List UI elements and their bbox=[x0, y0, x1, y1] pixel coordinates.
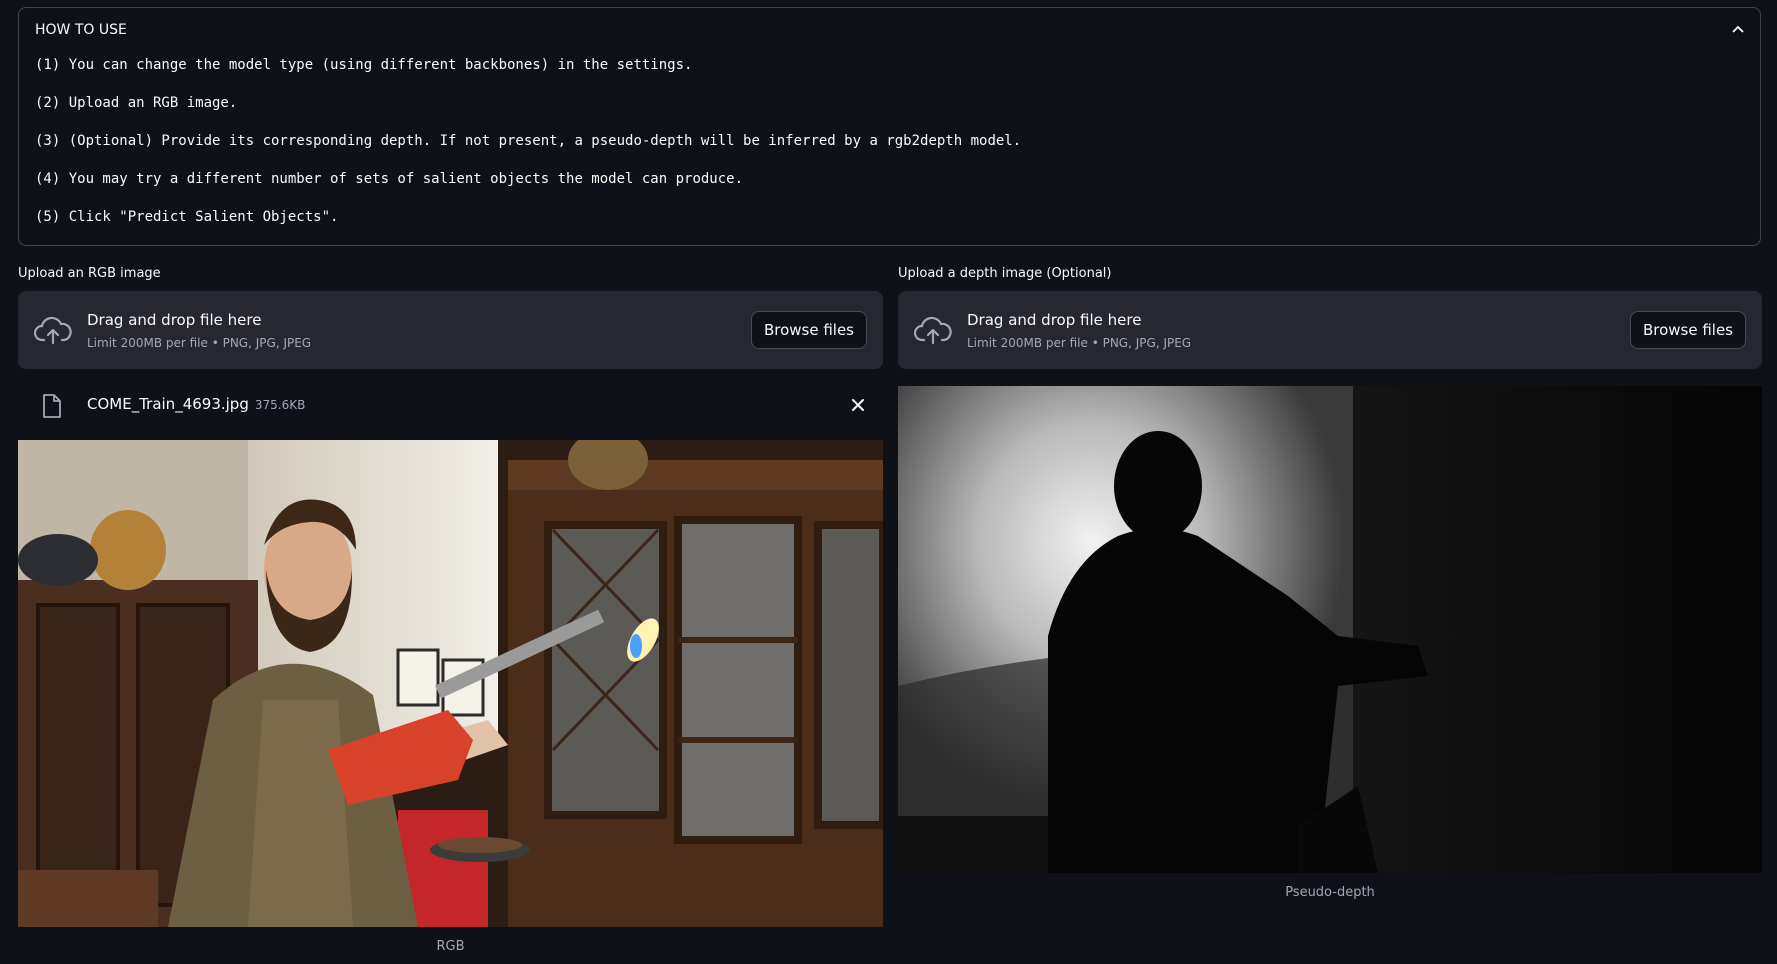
depth-upload-label: Upload a depth image (Optional) bbox=[898, 266, 1112, 281]
close-icon[interactable] bbox=[849, 396, 867, 414]
depth-map bbox=[898, 386, 1762, 873]
dropzone-instructions: Drag and drop file here bbox=[967, 311, 1142, 329]
rgb-upload-label: Upload an RGB image bbox=[18, 266, 161, 281]
file-name: COME_Train_4693.jpg 375.6KB bbox=[87, 395, 305, 413]
file-icon bbox=[43, 394, 61, 418]
depth-dropzone[interactable]: Drag and drop file here Limit 200MB per … bbox=[898, 291, 1762, 369]
rgb-dropzone[interactable]: Drag and drop file here Limit 200MB per … bbox=[18, 291, 883, 369]
how-to-use-expander[interactable]: HOW TO USE (1) You can change the model … bbox=[18, 7, 1761, 246]
instruction-step: (3) (Optional) Provide its corresponding… bbox=[35, 133, 1022, 149]
file-size: 375.6KB bbox=[254, 398, 306, 412]
pseudo-depth-image bbox=[898, 386, 1762, 873]
rgb-photo bbox=[18, 440, 883, 927]
cloud-upload-icon bbox=[34, 316, 72, 345]
instruction-step: (1) You can change the model type (using… bbox=[35, 57, 693, 73]
cloud-upload-icon bbox=[914, 316, 952, 345]
uploaded-file-row: COME_Train_4693.jpg 375.6KB bbox=[18, 385, 883, 425]
expander-title: HOW TO USE bbox=[35, 22, 127, 38]
dropzone-limits: Limit 200MB per file • PNG, JPG, JPEG bbox=[87, 336, 312, 350]
chevron-up-icon[interactable] bbox=[1730, 22, 1746, 38]
rgb-upload-column: Upload an RGB image Drag and drop file h… bbox=[18, 266, 883, 954]
rgb-image-caption: RGB bbox=[436, 939, 465, 954]
depth-image-caption: Pseudo-depth bbox=[1285, 885, 1375, 900]
rgb-image bbox=[18, 440, 883, 927]
dropzone-instructions: Drag and drop file here bbox=[87, 311, 262, 329]
browse-files-button[interactable]: Browse files bbox=[1629, 311, 1746, 349]
instruction-step: (2) Upload an RGB image. bbox=[35, 95, 238, 111]
dropzone-limits: Limit 200MB per file • PNG, JPG, JPEG bbox=[967, 336, 1192, 350]
file-name-text: COME_Train_4693.jpg bbox=[87, 395, 249, 413]
instructions-list: (1) You can change the model type (using… bbox=[35, 55, 1021, 245]
instruction-step: (5) Click "Predict Salient Objects". bbox=[35, 209, 339, 225]
instruction-step: (4) You may try a different number of se… bbox=[35, 171, 744, 187]
depth-upload-column: Upload a depth image (Optional) Drag and… bbox=[898, 266, 1762, 900]
browse-files-button[interactable]: Browse files bbox=[750, 311, 867, 349]
